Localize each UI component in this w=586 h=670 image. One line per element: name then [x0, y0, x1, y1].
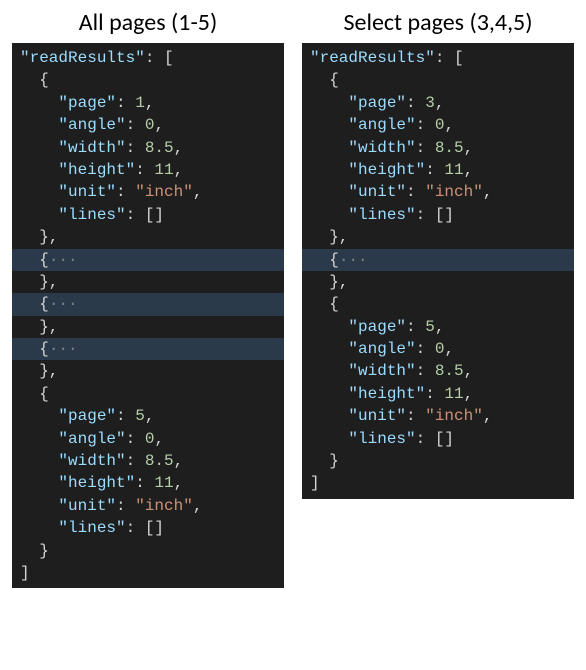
code-line: "lines": [] [12, 517, 284, 539]
folded-region[interactable]: {··· [302, 249, 574, 271]
code-line: "angle": 0, [12, 114, 284, 136]
code-line: "height": 11, [12, 159, 284, 181]
code-line: "width": 8.5, [12, 137, 284, 159]
code-line: "lines": [] [302, 204, 574, 226]
code-line: }, [12, 316, 284, 338]
code-line: "page": 3, [302, 92, 574, 114]
code-line: "lines": [] [12, 204, 284, 226]
code-line: ] [12, 562, 284, 584]
code-line: }, [12, 271, 284, 293]
right-code-editor[interactable]: "readResults": [ { "page": 3, "angle": 0… [302, 43, 574, 499]
code-line: "width": 8.5, [12, 450, 284, 472]
left-column: All pages (1-5) "readResults": [ { "page… [12, 8, 284, 588]
code-line: { [12, 383, 284, 405]
folded-region[interactable]: {··· [12, 293, 284, 315]
code-line: "page": 5, [12, 405, 284, 427]
code-line: }, [12, 226, 284, 248]
code-line: "height": 11, [302, 159, 574, 181]
code-line: }, [302, 271, 574, 293]
left-code-editor[interactable]: "readResults": [ { "page": 1, "angle": 0… [12, 43, 284, 588]
code-line: "unit": "inch", [302, 405, 574, 427]
code-line: } [12, 540, 284, 562]
folded-region[interactable]: {··· [12, 338, 284, 360]
code-line: { [12, 69, 284, 91]
code-line: }, [302, 226, 574, 248]
code-line: "unit": "inch", [12, 495, 284, 517]
code-line: "height": 11, [12, 472, 284, 494]
code-line: "readResults": [ [12, 47, 284, 69]
code-line: "width": 8.5, [302, 360, 574, 382]
right-title: Select pages (3,4,5) [302, 8, 574, 37]
code-line: "page": 5, [302, 316, 574, 338]
code-line: "unit": "inch", [302, 181, 574, 203]
code-line: ] [302, 472, 574, 494]
code-line: "angle": 0, [302, 338, 574, 360]
code-line: }, [12, 360, 284, 382]
code-line: "height": 11, [302, 383, 574, 405]
folded-region[interactable]: {··· [12, 249, 284, 271]
code-line: } [302, 450, 574, 472]
code-line: "angle": 0, [12, 428, 284, 450]
code-line: "readResults": [ [302, 47, 574, 69]
code-line: { [302, 69, 574, 91]
code-line: "width": 8.5, [302, 137, 574, 159]
comparison-container: All pages (1-5) "readResults": [ { "page… [12, 8, 574, 588]
code-line: "lines": [] [302, 428, 574, 450]
left-title: All pages (1-5) [12, 8, 284, 37]
code-line: "angle": 0, [302, 114, 574, 136]
code-line: { [302, 293, 574, 315]
code-line: "page": 1, [12, 92, 284, 114]
code-line: "unit": "inch", [12, 181, 284, 203]
right-column: Select pages (3,4,5) "readResults": [ { … [302, 8, 574, 588]
